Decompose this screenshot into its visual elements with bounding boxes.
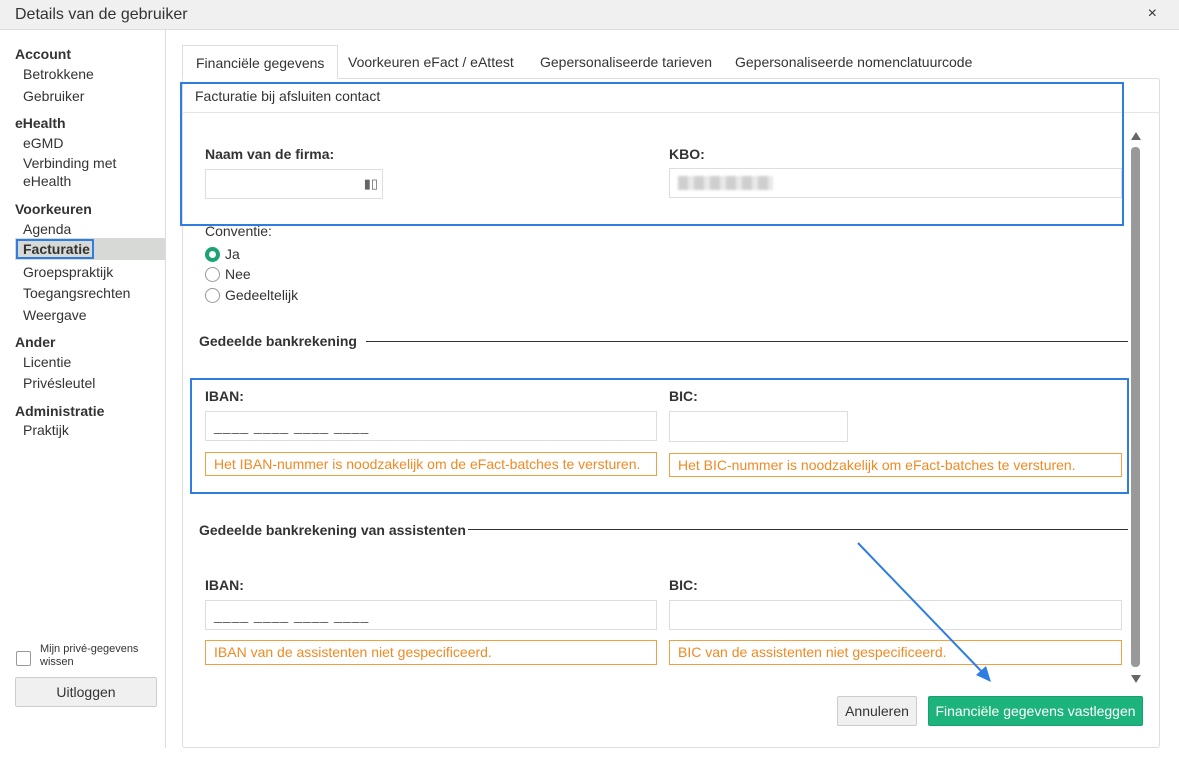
shared-account-title: Gedeelde bankrekening <box>199 333 357 349</box>
scroll-down-icon[interactable] <box>1131 675 1141 683</box>
assistants-bic-label: BIC: <box>669 577 698 593</box>
assistants-iban-warning: IBAN van de assistenten niet gespecifice… <box>205 640 657 665</box>
tab-voorkeuren-efact[interactable]: Voorkeuren eFact / eAttest <box>335 45 527 79</box>
private-data-label: Mijn privé-gegevens wissen <box>40 643 139 668</box>
highlight-shared-account <box>190 378 1129 494</box>
assistants-iban-label: IBAN: <box>205 577 244 593</box>
convention-label: Conventie: <box>205 223 272 239</box>
title-bar: Details van de gebruiker × <box>0 0 1179 30</box>
sidebar-item-weergave[interactable]: Weergave <box>23 307 87 323</box>
convention-radio-gedeeltelijk[interactable] <box>205 288 220 303</box>
sidebar-item-groepspraktijk[interactable]: Groepspraktijk <box>23 264 113 280</box>
sidebar-heading-ehealth: eHealth <box>15 115 66 131</box>
convention-option-gedeeltelijk: Gedeeltelijk <box>225 287 299 303</box>
sidebar-item-verbinding-line2[interactable]: eHealth <box>23 173 71 189</box>
sidebar-heading-ander: Ander <box>15 334 56 350</box>
convention-option-ja: Ja <box>225 246 240 262</box>
scrollbar-thumb[interactable] <box>1131 147 1140 667</box>
scroll-up-icon[interactable] <box>1131 132 1141 140</box>
sidebar-item-licentie[interactable]: Licentie <box>23 354 71 370</box>
sidebar-item-toegangsrechten[interactable]: Toegangsrechten <box>23 285 130 301</box>
tab-gepersonaliseerde-tarieven[interactable]: Gepersonaliseerde tarieven <box>527 45 725 79</box>
sidebar-item-egmd[interactable]: eGMD <box>23 135 63 151</box>
assistants-iban-mask: ____ ____ ____ ____ <box>214 607 370 623</box>
close-icon[interactable]: × <box>1148 5 1157 23</box>
assistants-bic-input[interactable] <box>669 600 1122 630</box>
logout-button[interactable]: Uitloggen <box>15 677 157 707</box>
sidebar-heading-administratie: Administratie <box>15 403 105 419</box>
tab-financiele-gegevens[interactable]: Financiële gegevens <box>182 45 339 79</box>
sidebar-item-praktijk[interactable]: Praktijk <box>23 422 69 438</box>
assistants-account-title: Gedeelde bankrekening van assistenten <box>199 522 466 538</box>
sidebar-item-betrokkene[interactable]: Betrokkene <box>23 66 94 82</box>
sidebar-item-verbinding[interactable]: Verbinding met <box>23 155 116 171</box>
convention-radio-ja[interactable] <box>205 247 220 262</box>
sidebar-item-privesleutel[interactable]: Privésleutel <box>23 375 95 391</box>
save-financial-data-button[interactable]: Financiële gegevens vastleggen <box>928 696 1143 726</box>
convention-option-nee: Nee <box>225 266 251 282</box>
assistants-bic-warning: BIC van de assistenten niet gespecificee… <box>669 640 1122 665</box>
tab-gepersonaliseerde-nomenclatuurcode[interactable]: Gepersonaliseerde nomenclatuurcode <box>722 45 985 79</box>
sidebar-item-agenda[interactable]: Agenda <box>23 221 71 237</box>
sidebar: Account Betrokkene Gebruiker eHealth eGM… <box>0 30 166 748</box>
sidebar-item-facturatie[interactable]: Facturatie <box>16 239 94 259</box>
assistants-iban-input[interactable]: ____ ____ ____ ____ <box>205 600 657 630</box>
sidebar-item-gebruiker[interactable]: Gebruiker <box>23 88 84 104</box>
shared-account-separator <box>366 341 1128 342</box>
sidebar-heading-voorkeuren: Voorkeuren <box>15 201 92 217</box>
highlight-company-section <box>180 82 1124 226</box>
cancel-button[interactable]: Annuleren <box>837 696 917 726</box>
private-data-checkbox[interactable] <box>16 651 31 666</box>
sidebar-heading-account: Account <box>15 46 71 62</box>
window-title: Details van de gebruiker <box>15 6 188 23</box>
assistants-account-separator <box>468 529 1128 530</box>
convention-radio-nee[interactable] <box>205 267 220 282</box>
